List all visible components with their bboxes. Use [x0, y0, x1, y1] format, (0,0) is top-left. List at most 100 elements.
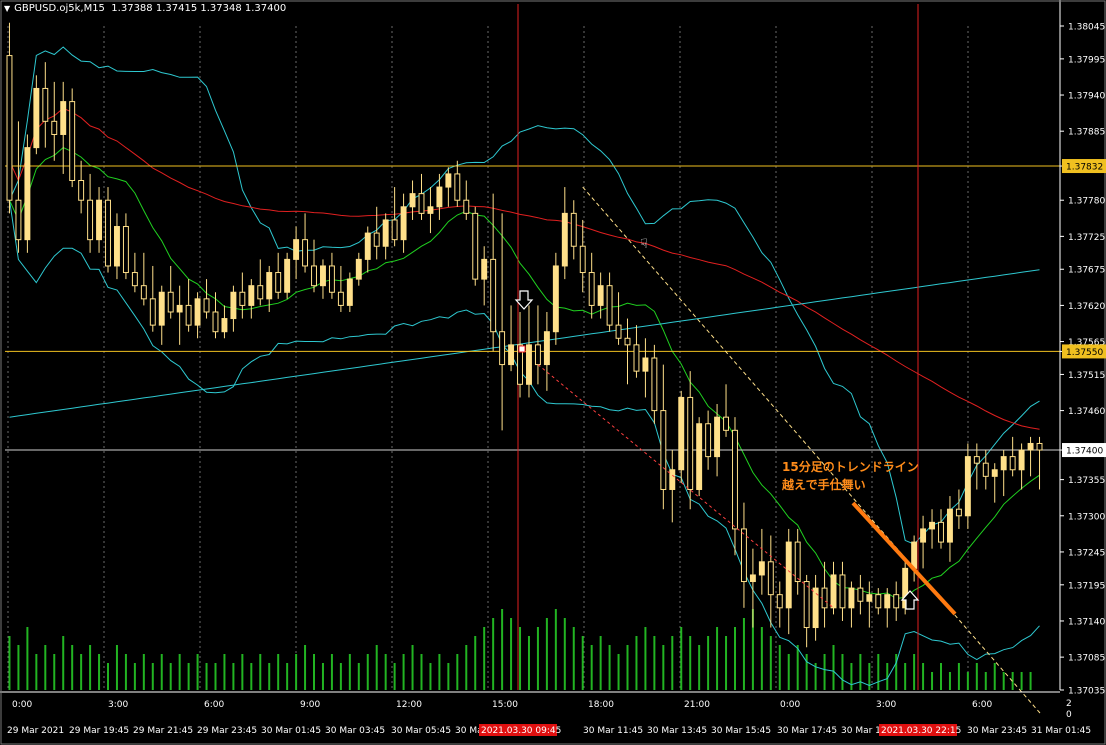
candle-body — [418, 193, 425, 214]
level-badge-label: 1.37832 — [1066, 163, 1103, 173]
axes: 1.38045 1.37995 1.37940 1.37885 1.37832 1.377… — [0, 0, 1106, 745]
candle-body — [893, 594, 900, 609]
candle-body — [60, 101, 67, 135]
chart-border — [0, 0, 1106, 745]
annotation-line-2: 越えで手仕舞い — [782, 478, 866, 492]
candle-body — [203, 298, 210, 313]
candle-body — [42, 87, 49, 122]
time-label-bottom: 30 Mar 17:45 — [777, 726, 837, 736]
candle-body — [499, 331, 506, 366]
time-marker-badge-label: 2021.03.30 09:45 — [481, 726, 561, 736]
candle-body — [767, 561, 774, 596]
candle-body — [561, 212, 568, 267]
time-label-bottom: 31 Mar 01:45 — [1031, 726, 1091, 736]
candle-body — [669, 469, 676, 490]
candle-body — [284, 258, 291, 293]
candle-body — [534, 344, 541, 366]
candle-body — [740, 528, 747, 583]
price-tick-label: 1.37780 — [1068, 197, 1105, 207]
candle-body — [1027, 442, 1034, 451]
candle-body — [149, 298, 156, 326]
chart-header: ▼ GBPUSD.oj5k,M15 1.37388 1.37415 1.37348… — [4, 3, 286, 14]
candle-body — [606, 285, 613, 326]
candle-body — [96, 199, 103, 241]
candle-body — [991, 469, 998, 477]
candle-body — [875, 594, 882, 609]
symbol-info: GBPUSD.oj5k,M15 — [14, 3, 105, 14]
candle-body — [1009, 456, 1016, 471]
time-label-bottom: 30 Mar 11:45 — [583, 726, 643, 736]
candle-body — [391, 219, 398, 241]
time-label-top: 9:00 — [300, 700, 320, 710]
candle-body — [758, 561, 765, 576]
time-label-bottom: 29 Mar 19:45 — [69, 726, 129, 736]
candle-body — [275, 272, 282, 293]
candle-body — [839, 574, 846, 609]
candle-body — [78, 179, 85, 201]
time-label-bottom: 30 Mar 23:45 — [967, 726, 1027, 736]
price-tick-label: 1.37515 — [1068, 371, 1105, 381]
candle-body — [946, 508, 953, 543]
price-tick-label: 1.37355 — [1068, 476, 1105, 486]
candle-body — [481, 258, 488, 280]
candle-body — [382, 219, 389, 247]
candle-body — [821, 587, 828, 609]
candle-body — [454, 173, 461, 201]
time-label-top: 3:00 — [876, 700, 896, 710]
level-badge-label: 1.37550 — [1066, 348, 1103, 358]
candle-body — [570, 212, 577, 247]
price-tick-label: 1.37140 — [1068, 617, 1105, 627]
time-label-top: 0:00 — [780, 700, 800, 710]
time-marker-badge-label: 2021.03.30 22:15 — [881, 726, 961, 736]
candles — [6, 22, 1043, 648]
price-tick-label: 1.37035 — [1068, 687, 1105, 697]
candle-body — [221, 318, 228, 333]
candle-body — [543, 331, 550, 366]
candle-body — [660, 410, 667, 490]
candle-body — [633, 344, 640, 372]
price-tick-label: 1.37725 — [1068, 233, 1105, 243]
bollinger-lower-line — [9, 200, 1040, 687]
volume-axis-label: 0 — [1066, 710, 1072, 720]
candle-body — [848, 587, 855, 609]
candle-body — [24, 147, 31, 241]
candle-body — [293, 239, 300, 260]
time-label-bottom: 29 Mar 23:45 — [197, 726, 257, 736]
price-tick-label: 1.38045 — [1068, 23, 1105, 33]
candle-body — [785, 541, 792, 609]
candle-body — [579, 245, 586, 274]
candle-body — [266, 272, 273, 300]
chevron-down-icon[interactable]: ▼ — [4, 4, 10, 13]
candle-body — [705, 423, 712, 458]
candle-body — [552, 265, 559, 333]
candle-body — [597, 285, 604, 306]
candle-body — [445, 173, 452, 188]
candle-body — [328, 265, 335, 293]
price-tick-label: 1.37460 — [1068, 407, 1105, 417]
candle-body — [302, 239, 309, 267]
candle-body — [167, 291, 174, 313]
candle-body — [230, 291, 237, 320]
candle-body — [409, 193, 416, 208]
candle-body — [624, 337, 631, 346]
candle-body — [194, 298, 201, 326]
candle-body — [105, 199, 111, 267]
candle-body — [714, 416, 721, 458]
candle-body — [355, 258, 362, 280]
candle-body — [15, 199, 22, 241]
candle-body — [400, 206, 407, 241]
candle-body — [955, 508, 962, 517]
candle-body — [696, 423, 703, 490]
candle-body — [140, 285, 147, 300]
time-label-bottom: 29 Mar 21:45 — [133, 726, 193, 736]
candle-body — [320, 265, 326, 287]
price-chart[interactable]: ☟ 1.380451.379951.379401.378851.378321.3… — [0, 0, 1106, 745]
candle-body — [1000, 456, 1007, 471]
time-label-bottom: 30 Mar 01:45 — [261, 726, 321, 736]
time-label-top: 3:00 — [108, 700, 128, 710]
ohlc-readout: 1.37388 1.37415 1.37348 1.37400 — [111, 3, 287, 14]
indicator-lines — [9, 46, 1040, 687]
candle-body — [776, 594, 783, 609]
volume-bars — [8, 609, 1032, 690]
price-tick-label: 1.37675 — [1068, 266, 1105, 276]
